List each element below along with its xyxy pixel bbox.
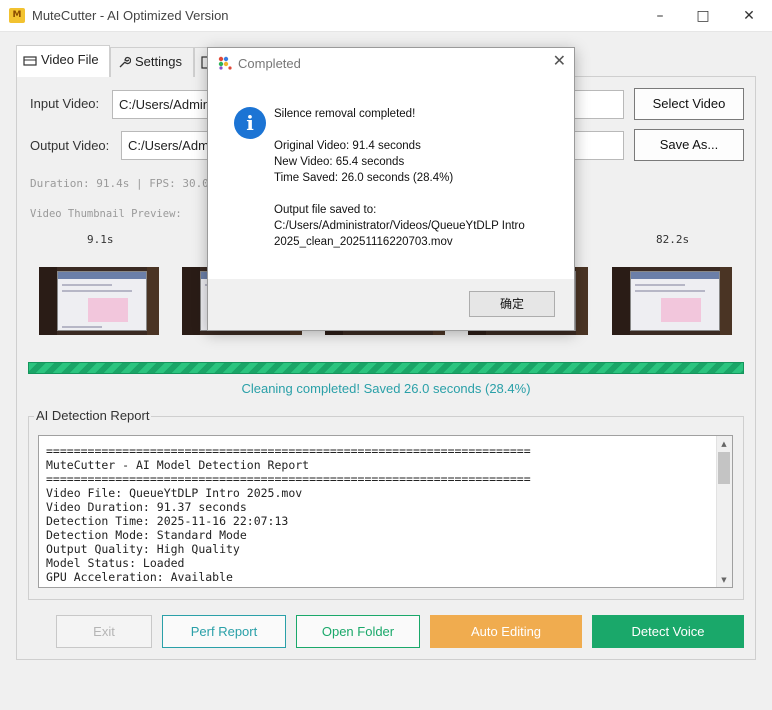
app-logo-icon: M xyxy=(9,8,25,23)
tab-video-file[interactable]: Video File xyxy=(16,45,110,77)
video-thumbnail xyxy=(612,267,732,335)
report-lines: ========================================… xyxy=(46,444,531,584)
status-text: Cleaning completed! Saved 26.0 seconds (… xyxy=(241,381,531,396)
report-line: Detection Time: 2025-11-16 22:07:13 xyxy=(46,514,289,528)
report-line: Video File: QueueYtDLP Intro 2025.mov xyxy=(46,486,303,500)
report-line: ========================================… xyxy=(46,444,531,458)
scrollbar-thumb[interactable] xyxy=(718,452,730,484)
report-textarea[interactable]: ========================================… xyxy=(38,435,733,588)
report-line: ========================================… xyxy=(46,472,531,486)
report-title: AI Detection Report xyxy=(34,408,152,423)
auto-editing-button[interactable]: Auto Editing xyxy=(430,615,582,648)
ok-button[interactable]: 确定 xyxy=(469,291,555,317)
input-video-label: Input Video: xyxy=(30,96,100,111)
report-line: Detection Mode: Standard Mode xyxy=(46,528,247,542)
dialog-output-path-cont: 2025_clean_20251116220703.mov xyxy=(274,236,453,248)
tab-settings[interactable]: Settings xyxy=(110,47,194,77)
scroll-down-arrow-icon[interactable]: ▼ xyxy=(716,573,732,587)
select-video-button[interactable]: Select Video xyxy=(634,88,744,120)
minimize-button[interactable]: – xyxy=(637,0,683,32)
dialog-new-duration: New Video: 65.4 seconds xyxy=(274,156,405,168)
output-video-label: Output Video: xyxy=(30,138,110,153)
tab-label: Video File xyxy=(41,52,99,67)
progress-fill xyxy=(29,363,743,373)
close-window-button[interactable]: ✕ xyxy=(726,0,772,32)
detect-voice-button[interactable]: Detect Voice xyxy=(592,615,744,648)
report-line: Output Quality: High Quality xyxy=(46,542,240,556)
dialog-output-path: C:/Users/Administrator/Videos/QueueYtDLP… xyxy=(274,220,525,232)
perf-report-button[interactable]: Perf Report xyxy=(162,615,286,648)
report-line: Model Status: Loaded xyxy=(46,556,185,570)
dialog-close-icon[interactable]: ✕ xyxy=(553,51,566,70)
info-icon: i xyxy=(234,107,266,139)
dialog-app-icon xyxy=(218,56,232,70)
dialog-heading: Silence removal completed! xyxy=(274,108,416,120)
maximize-button[interactable]: □ xyxy=(680,0,726,32)
progress-bar xyxy=(28,362,744,374)
save-as-button[interactable]: Save As... xyxy=(634,129,744,161)
dialog-original-duration: Original Video: 91.4 seconds xyxy=(274,140,421,152)
wrench-icon xyxy=(119,56,132,68)
thumbnail-time: 9.1s xyxy=(87,233,114,246)
video-info-text: Duration: 91.4s | FPS: 30.0 | xyxy=(30,177,223,190)
completed-dialog: Completed ✕ i Silence removal completed!… xyxy=(207,47,575,331)
tab-label: Settings xyxy=(135,54,182,69)
open-folder-button[interactable]: Open Folder xyxy=(296,615,420,648)
report-line: GPU Acceleration: Available xyxy=(46,570,233,584)
scroll-up-arrow-icon[interactable]: ▲ xyxy=(716,437,732,451)
window-title: MuteCutter - AI Optimized Version xyxy=(32,8,229,23)
dialog-output-label: Output file saved to: xyxy=(274,204,377,216)
dialog-time-saved: Time Saved: 26.0 seconds (28.4%) xyxy=(274,172,454,184)
video-thumbnail xyxy=(39,267,159,335)
report-line: MuteCutter - AI Model Detection Report xyxy=(46,458,310,472)
thumbnail-preview-label: Video Thumbnail Preview: xyxy=(30,208,182,220)
thumbnail-time: 82.2s xyxy=(656,233,690,246)
exit-button[interactable]: Exit xyxy=(56,615,152,648)
report-line: Video Duration: 91.37 seconds xyxy=(46,500,247,514)
dialog-title: Completed xyxy=(238,56,301,71)
video-file-icon xyxy=(23,55,37,66)
